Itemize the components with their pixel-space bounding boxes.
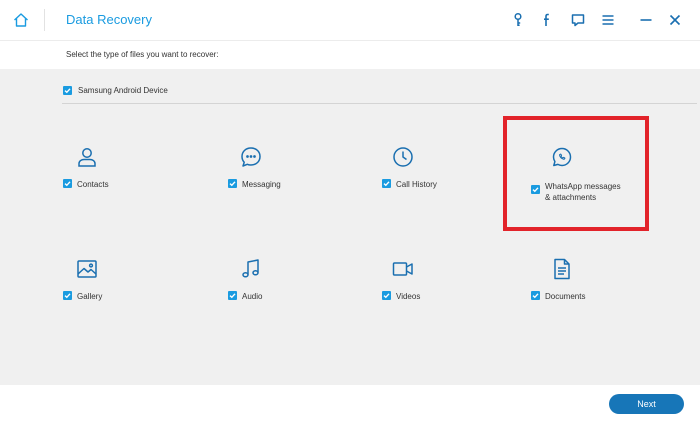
call-history-checkbox-row[interactable]: Call History [382, 179, 437, 190]
next-button[interactable]: Next [609, 394, 684, 414]
footer-bar [0, 385, 700, 424]
call-history-label: Call History [396, 180, 437, 189]
call-history-checkbox[interactable] [382, 179, 391, 188]
clock-icon [391, 145, 415, 169]
documents-checkbox-row[interactable]: Documents [531, 291, 585, 302]
contacts-checkbox[interactable] [63, 179, 72, 188]
video-camera-icon [391, 257, 415, 281]
title-bar: Data Recovery [0, 0, 700, 40]
highlight-box [503, 116, 649, 231]
minimize-icon[interactable] [637, 11, 655, 29]
messaging-label: Messaging [242, 180, 281, 189]
facebook-icon[interactable] [538, 11, 556, 29]
videos-checkbox-row[interactable]: Videos [382, 291, 420, 302]
audio-checkbox-row[interactable]: Audio [228, 291, 262, 302]
gallery-icon [75, 257, 99, 281]
contacts-checkbox-row[interactable]: Contacts [63, 179, 109, 190]
document-icon [550, 257, 574, 281]
music-note-icon [239, 257, 263, 281]
app-title: Data Recovery [66, 12, 152, 27]
messaging-icon [239, 145, 263, 169]
messaging-checkbox[interactable] [228, 179, 237, 188]
device-label: Samsung Android Device [78, 86, 168, 95]
messaging-checkbox-row[interactable]: Messaging [228, 179, 281, 190]
videos-label: Videos [396, 292, 421, 301]
gallery-checkbox-row[interactable]: Gallery [63, 291, 102, 302]
instruction-text: Select the type of files you want to rec… [66, 50, 219, 59]
home-icon[interactable] [12, 11, 30, 29]
divider [62, 103, 697, 104]
contacts-label: Contacts [77, 180, 109, 189]
gallery-label: Gallery [77, 292, 103, 301]
audio-checkbox[interactable] [228, 291, 237, 300]
documents-label: Documents [545, 292, 586, 301]
audio-label: Audio [242, 292, 263, 301]
device-checkbox-row[interactable]: Samsung Android Device [63, 86, 168, 96]
instruction-bar: Select the type of files you want to rec… [0, 40, 700, 69]
close-icon[interactable] [666, 11, 684, 29]
contact-icon [75, 145, 99, 169]
menu-icon[interactable] [599, 11, 617, 29]
title-separator [44, 9, 45, 31]
device-checkbox[interactable] [63, 86, 72, 96]
gallery-checkbox[interactable] [63, 291, 72, 300]
videos-checkbox[interactable] [382, 291, 391, 300]
feedback-icon[interactable] [569, 11, 587, 29]
documents-checkbox[interactable] [531, 291, 540, 300]
key-icon[interactable] [509, 11, 527, 29]
